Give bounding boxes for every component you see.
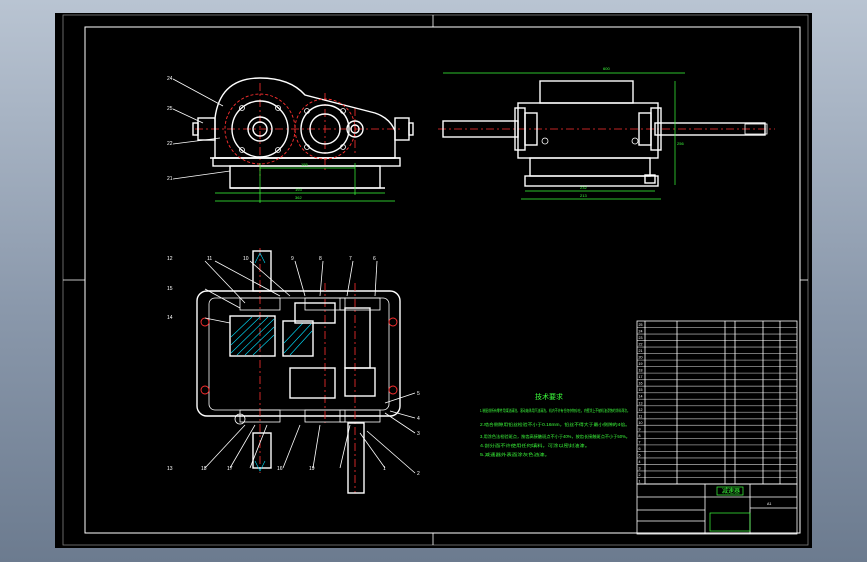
parts-row-number: 16 [639, 382, 643, 386]
parts-row-number: 20 [639, 356, 643, 360]
parts-row-number: 5 [639, 453, 641, 457]
leader-label: 5 [417, 391, 420, 397]
plan-leader-lines [204, 260, 416, 474]
leader-label: 9 [291, 256, 294, 262]
parts-row-number: 9 [639, 427, 641, 431]
leader-label: 6 [373, 256, 376, 262]
leader-label: 21 [167, 176, 173, 182]
leader-label: 4 [417, 416, 420, 422]
parts-row-number: 7 [639, 440, 641, 444]
drawing-title: 减速器 [722, 487, 740, 495]
leader-label: 8 [319, 256, 322, 262]
dim-base-width: 193 [295, 187, 302, 192]
parts-row-number: 6 [639, 447, 641, 451]
leader-label: 13 [167, 466, 173, 472]
side-view: 600 256 232 213 [438, 66, 775, 200]
leader-label: 19 [309, 466, 315, 472]
parts-row-number: 4 [639, 460, 641, 464]
dim-overall-width: 600 [603, 66, 610, 71]
parts-row-number: 23 [639, 336, 643, 340]
engineering-drawing: 155 193 362 24 25 22 21 600 256 232 213 … [62, 14, 809, 546]
parts-row-number: 15 [639, 388, 643, 392]
leader-label: 25 [167, 106, 173, 112]
parts-row-number: 18 [639, 369, 643, 373]
dim-height: 256 [677, 141, 684, 146]
leader-label: 17 [227, 466, 233, 472]
note-line: 2.啮合侧隙用铅丝检验不小于0.16mm，铅丝不得大于最小侧隙的4倍。 [480, 421, 630, 428]
parts-row-number: 13 [639, 401, 643, 405]
dim-center-distance: 155 [301, 162, 308, 167]
leader-label: 3 [417, 431, 420, 437]
note-line: 3.用涂色法检验斑点，按齿高接触斑点不小于40%，按齿长接触斑点不小于50%。 [480, 433, 630, 440]
parts-row-number: 11 [639, 414, 643, 418]
title-block: 减速器 A1 [636, 483, 798, 535]
parts-row-number: 2 [639, 473, 641, 477]
leader-label: 10 [243, 256, 249, 262]
parts-row-number: 1 [639, 480, 641, 484]
leader-label: 24 [167, 76, 173, 82]
sheet-border [62, 14, 809, 546]
parts-row-number: 17 [639, 375, 643, 379]
leader-label: 16 [277, 466, 283, 472]
parts-row-number: 3 [639, 466, 641, 470]
note-line: 5.减速器外表面涂灰色油漆。 [480, 451, 550, 458]
leader-label: 11 [207, 256, 212, 262]
drawing-number: A1 [767, 502, 771, 506]
parts-row-number: 24 [639, 330, 643, 334]
leader-label: 15 [167, 286, 173, 292]
notes-title: 技术要求 [535, 392, 563, 401]
leader-label: 7 [349, 256, 352, 262]
parts-row-number: 19 [639, 362, 643, 366]
leader-label: 12 [167, 256, 173, 262]
parts-row-number: 21 [639, 349, 643, 353]
parts-row-number: 8 [639, 434, 641, 438]
note-line: 4.剖分面不许使用任何填料，可涂以密封油漆。 [480, 442, 590, 449]
parts-row-number: 25 [639, 323, 643, 327]
plan-view: 12 11 10 9 8 7 6 15 14 13 18 17 16 19 5 … [167, 248, 420, 494]
note-line: 1.装配前所有零件用煤油清洗，滚动轴承用汽油清洗，机内不许有任何杂物存在。内壁涂… [480, 407, 630, 414]
dim-base: 232 [580, 185, 587, 190]
parts-row-number: 14 [639, 395, 643, 399]
dim-overall-length: 362 [295, 195, 302, 200]
parts-row-number: 22 [639, 343, 643, 347]
parts-list: 2524232221201918171615141312111098765432… [636, 320, 798, 485]
front-view: 155 193 362 24 25 22 21 [167, 76, 414, 203]
technical-notes: 技术要求 1.装配前所有零件用煤油清洗，滚动轴承用汽油清洗，机内不许有任何杂物存… [480, 392, 630, 458]
dim-base-outer: 213 [580, 193, 587, 198]
parts-row-number: 12 [639, 408, 643, 412]
leader-label: 14 [167, 315, 173, 321]
parts-row-number: 10 [639, 421, 643, 425]
leader-label: 2 [417, 471, 420, 477]
leader-label: 1 [383, 466, 386, 472]
leader-label: 22 [167, 141, 173, 147]
cad-viewport[interactable]: 155 193 362 24 25 22 21 600 256 232 213 … [55, 13, 812, 548]
leader-label: 18 [201, 466, 207, 472]
